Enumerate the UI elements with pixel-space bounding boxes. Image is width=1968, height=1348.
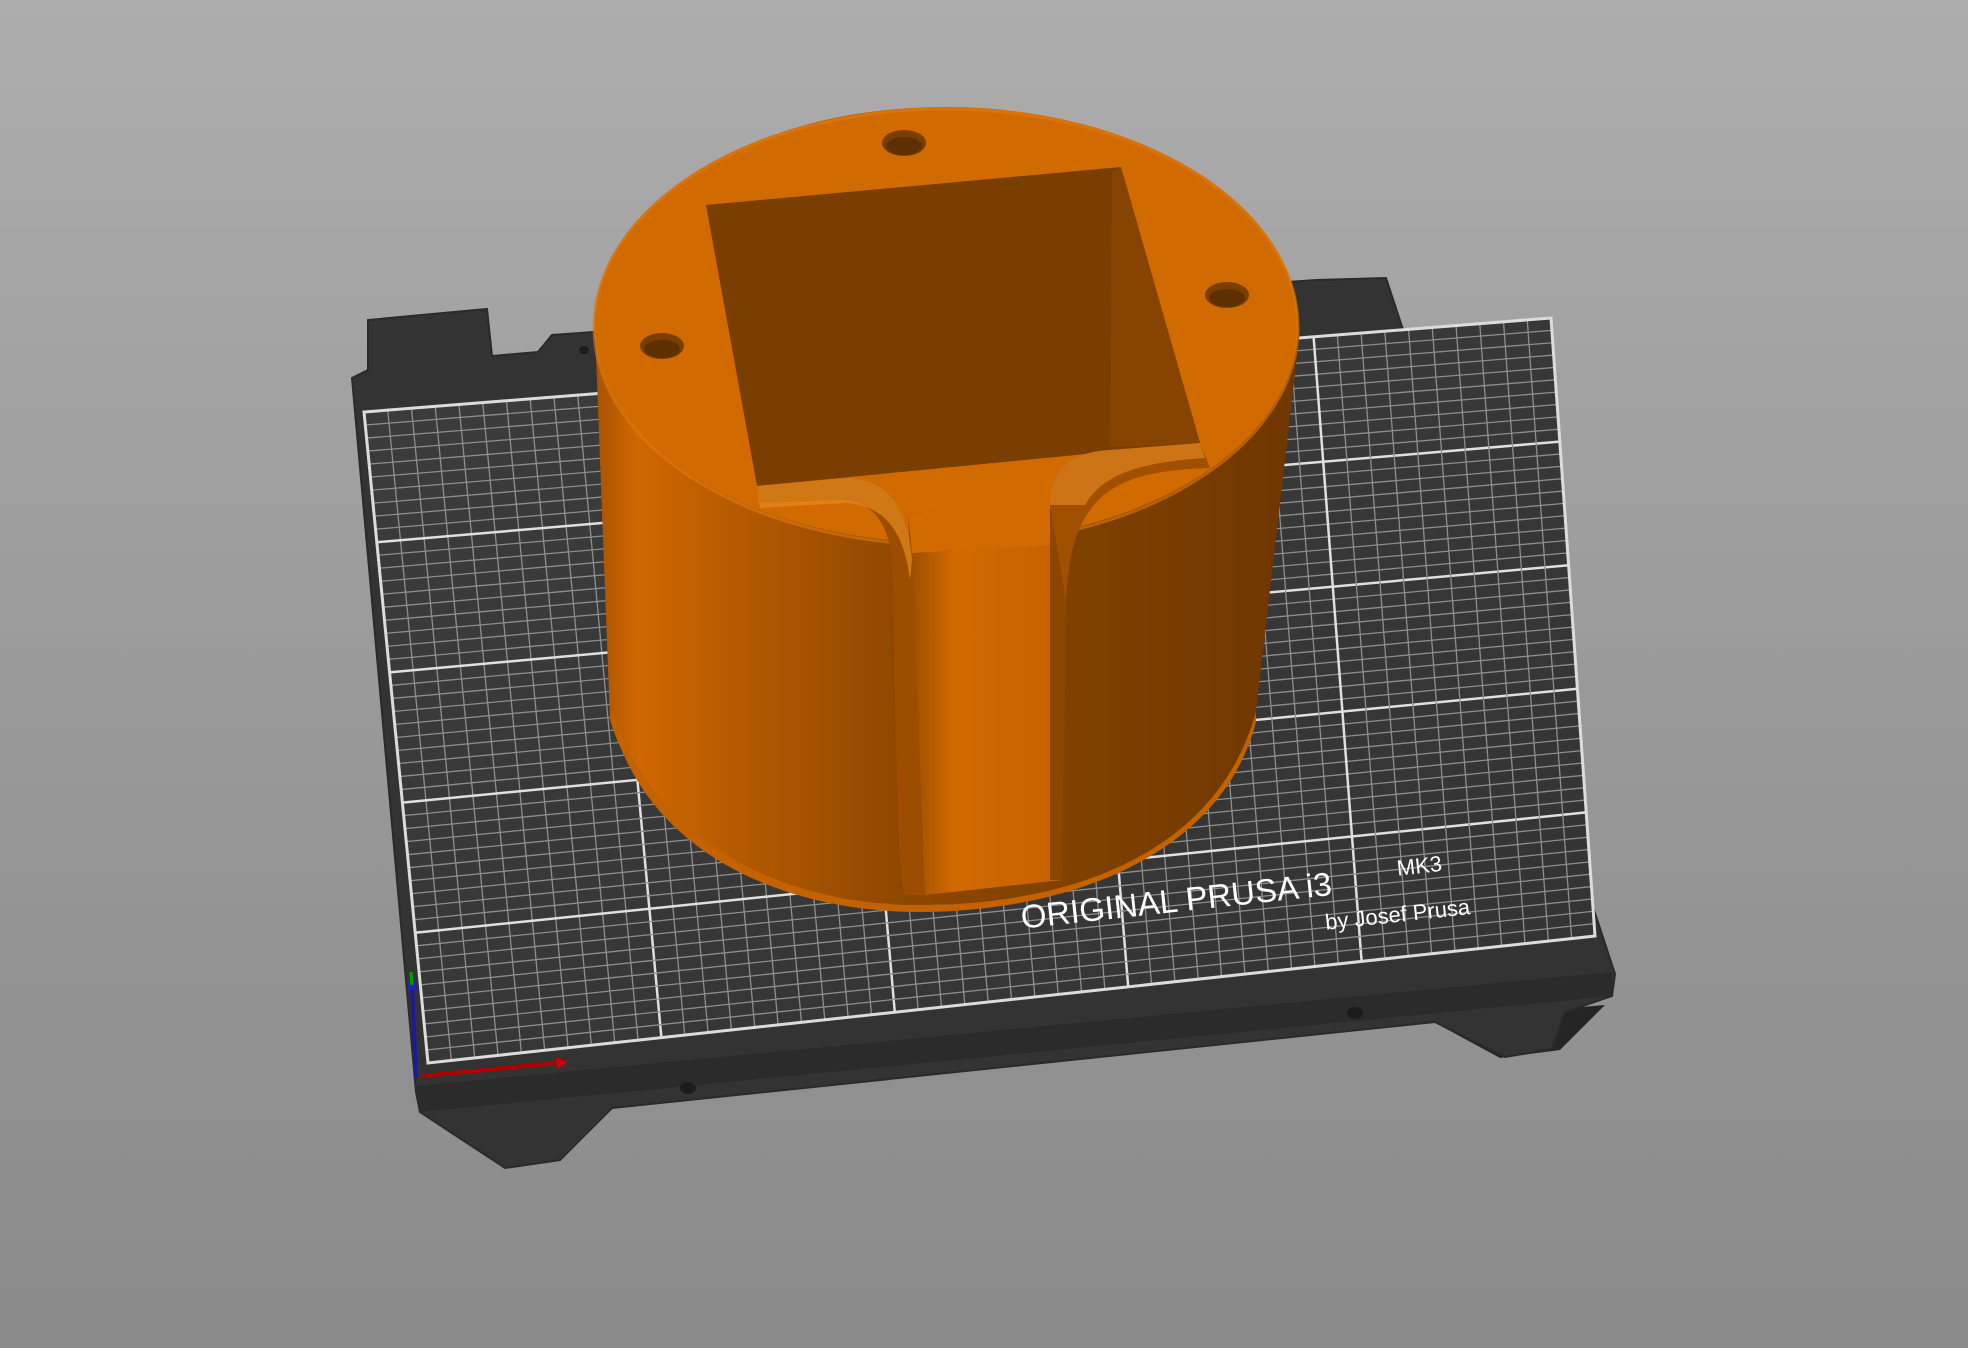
y-axis-arrow xyxy=(409,971,414,986)
3d-model-part[interactable] xyxy=(592,107,1300,912)
scene-canvas[interactable]: ORIGINAL PRUSA i3 MK3 by Josef Prusa xyxy=(0,0,1968,1348)
cable-notch xyxy=(908,505,1062,895)
bed-brand-model: MK3 xyxy=(1395,851,1443,881)
3d-viewport[interactable]: ORIGINAL PRUSA i3 MK3 by Josef Prusa xyxy=(0,0,1968,1348)
